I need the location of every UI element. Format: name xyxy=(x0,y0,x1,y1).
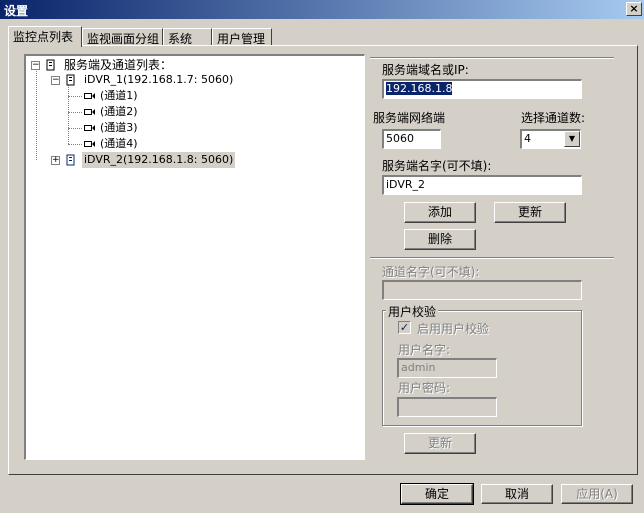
checkmark-icon: ✓ xyxy=(399,321,410,334)
ok-button[interactable]: 确定 xyxy=(400,483,474,505)
expander-icon[interactable]: − xyxy=(31,61,40,70)
close-button[interactable]: × xyxy=(626,2,642,16)
tree-channel-3[interactable]: (通道3) xyxy=(100,120,138,136)
host-input-value: 192.168.1.8 xyxy=(386,82,453,95)
server-icon xyxy=(46,59,55,71)
tab-user-management[interactable]: 用户管理 xyxy=(212,28,272,46)
delete-button[interactable]: 删除 xyxy=(404,229,476,250)
port-label: 服务端网络端 xyxy=(373,111,446,125)
tree-channel-2[interactable]: (通道2) xyxy=(100,104,138,120)
username-label: 用户名字: xyxy=(398,343,451,357)
tree-root-label: 服务端及通道列表： xyxy=(64,58,173,72)
user-check-group-title: 用户校验 xyxy=(386,303,439,320)
window-title: 设置 xyxy=(4,4,29,18)
camera-icon xyxy=(84,141,95,147)
tab-screen-groups[interactable]: 监视画面分组 xyxy=(82,28,163,46)
cancel-button[interactable]: 取消 xyxy=(481,484,553,504)
camera-icon xyxy=(84,93,95,99)
tab-monitor-points[interactable]: 监控点列表 xyxy=(8,26,82,47)
host-label: 服务端域名或IP: xyxy=(382,63,469,77)
separator xyxy=(370,57,614,59)
expander-icon[interactable]: + xyxy=(51,156,60,165)
enable-user-check-checkbox[interactable]: ✓ xyxy=(398,321,411,334)
password-input[interactable] xyxy=(397,397,497,417)
channel-name-label: 通道名字(可不填): xyxy=(382,265,480,279)
chevron-down-icon[interactable]: ▼ xyxy=(564,131,580,147)
tree-server-1[interactable]: iDVR_1(192.168.1.7: 5060) xyxy=(84,72,233,88)
apply-button[interactable]: 应用(A) xyxy=(561,484,633,504)
add-button[interactable]: 添加 xyxy=(404,202,476,223)
server-icon xyxy=(66,74,75,86)
tree-channel-1[interactable]: (通道1) xyxy=(100,88,138,104)
server-tree[interactable]: − 服务端及通道列表： − iDVR_1(192.168.1.7: 5060) … xyxy=(24,54,365,460)
password-label: 用户密码: xyxy=(398,381,451,395)
title-bar: 设置 × xyxy=(0,0,644,19)
tree-channel-4[interactable]: (通道4) xyxy=(100,136,138,152)
update-channel-button[interactable]: 更新 xyxy=(404,433,476,454)
enable-user-check-label: 启用用户校验 xyxy=(417,322,490,336)
tree-line xyxy=(68,112,82,113)
tab-system[interactable]: 系统 xyxy=(163,28,212,46)
host-input[interactable]: 192.168.1.8 xyxy=(382,79,582,99)
tree-line xyxy=(36,68,37,160)
channel-name-input[interactable] xyxy=(382,280,582,300)
expander-icon[interactable]: − xyxy=(51,76,60,85)
camera-icon xyxy=(84,125,95,131)
username-input[interactable]: admin xyxy=(397,358,497,378)
channels-label: 选择通道数: xyxy=(521,111,586,125)
port-input[interactable]: 5060 xyxy=(382,129,441,149)
close-icon: × xyxy=(629,2,639,15)
channels-select-value: 4 xyxy=(524,132,531,145)
separator xyxy=(370,257,614,259)
server-icon xyxy=(66,154,75,166)
channels-select[interactable]: 4 ▼ xyxy=(520,129,581,149)
tree-line xyxy=(68,84,69,144)
server-name-label: 服务端名字(可不填): xyxy=(382,159,492,173)
camera-icon xyxy=(84,109,95,115)
tree-line xyxy=(68,96,82,97)
tree-server-2[interactable]: iDVR_2(192.168.1.8: 5060) xyxy=(82,152,236,168)
tree-line xyxy=(68,128,82,129)
update-server-button[interactable]: 更新 xyxy=(494,202,566,223)
tree-line xyxy=(68,144,82,145)
server-name-input[interactable]: iDVR_2 xyxy=(382,175,582,195)
